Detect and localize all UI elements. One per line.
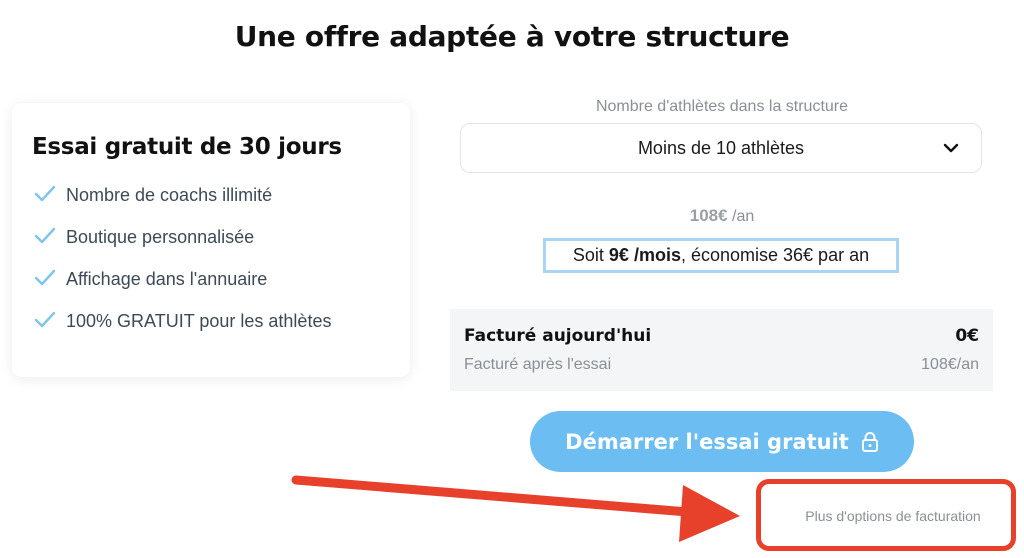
athletes-select-value: Moins de 10 athlètes [637,138,805,158]
trial-card: Essai gratuit de 30 jours Nombre de coac… [12,103,410,377]
lock-icon [861,431,878,452]
pricing-page: Une offre adaptée à votre structure Essa… [0,0,1024,558]
check-icon [34,311,56,328]
feature-label: Affichage dans l'annuaire [66,269,268,289]
chevron-down-icon [943,143,959,153]
page-title: Une offre adaptée à votre structure [234,20,790,53]
billed-after-trial-label: Facturé après l'essai [464,356,612,373]
feature-item: Nombre de coachs illimité [34,185,331,227]
monthly-prefix: Soit [572,245,609,265]
athletes-count-select[interactable]: Moins de 10 athlètes [460,123,982,173]
check-icon [34,185,56,202]
monthly-suffix: , économise 36€ par an [680,245,870,265]
feature-list: Nombre de coachs illimité Boutique perso… [34,185,331,353]
billed-after-trial-value: 108€/an [921,356,979,373]
feature-label: 100% GRATUIT pour les athlètes [66,311,332,331]
more-billing-options-link[interactable]: Plus d'options de facturation [756,508,1024,524]
feature-label: Boutique personnalisée [66,227,255,247]
check-icon [34,227,56,244]
monthly-amount: 9€ /mois [608,245,681,265]
feature-item: 100% GRATUIT pour les athlètes [34,311,331,353]
feature-label: Nombre de coachs illimité [66,185,273,205]
billing-summary: Facturé aujourd'hui 0€ Facturé après l'e… [450,309,993,391]
monthly-price-box: Soit 9€ /mois, économise 36€ par an [543,238,899,273]
billed-today-label: Facturé aujourd'hui [464,326,652,346]
annual-price-amount: 108€ [689,206,728,225]
check-icon [34,269,56,286]
start-trial-label: Démarrer l'essai gratuit [565,429,849,454]
feature-item: Affichage dans l'annuaire [34,269,331,311]
billed-today-value: 0€ [955,326,979,346]
trial-title: Essai gratuit de 30 jours [32,134,342,160]
start-trial-button[interactable]: Démarrer l'essai gratuit [530,411,914,472]
athletes-count-label: Nombre d'athlètes dans la structure [595,98,849,115]
annual-price: 108€ /an [460,206,984,226]
feature-item: Boutique personnalisée [34,227,331,269]
annual-price-period: /an [727,208,755,225]
